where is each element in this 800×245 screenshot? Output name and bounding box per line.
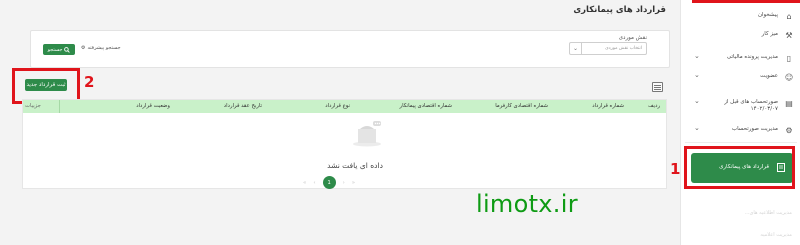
advanced-search-link[interactable]: جستجو پیشرفته ⚙ [81,45,121,51]
home-icon: ⌂ [786,11,792,21]
page-title: قرارداد های پیمانکاری [573,5,666,15]
next-page-icon[interactable]: › [343,180,345,186]
chevron-down-icon: ⌄ [570,43,582,54]
column-header: نوع قرارداد [325,103,350,109]
column-header: وضعیت قرارداد [136,103,170,109]
chevron-down-icon: ⌄ [694,71,700,79]
column-header: تاریخ عقد قرارداد [223,103,262,109]
role-select-placeholder: انتخاب نقش موردی [605,46,642,51]
column-header: شماره قرارداد [592,103,624,109]
role-select[interactable]: ⌄ انتخاب نقش موردی [569,42,647,55]
filter-panel: نقش موردی ⌄ انتخاب نقش موردی جستجو جستجو… [30,30,670,68]
top-accent-bar [692,0,800,3]
sidebar-item-label: عضویت [760,73,778,79]
watermark: limotx.ir [476,190,578,218]
first-page-icon[interactable]: « [303,180,306,186]
sidebar-item-label: میز کار [761,31,778,37]
chevron-down-icon: ⌄ [694,52,700,60]
column-header: ردیف [648,103,660,109]
column-header: شماره اقتصادی پیمانکار [399,103,452,109]
last-page-icon[interactable]: » [352,180,355,186]
sidebar-item-label: مدیریت پرونده مالیاتی [726,54,778,60]
advanced-search-label: جستجو پیشرفته [87,45,121,51]
prev-page-icon[interactable]: ‹ [313,180,315,186]
column-header: شماره اقتصادی کارفرما [495,103,548,109]
search-button-label: جستجو [47,46,63,53]
user-icon: ☺ [784,72,794,82]
annotation-number-1: 1 [670,160,681,178]
column-divider [59,100,60,113]
sidebar-item-label: مدیریت صورتحساب [731,126,778,132]
sidebar: ⌂ پیشخوان ⚒ میز کار ▯ مدیریت پرونده مالی… [680,0,800,245]
sidebar-item-dashboard[interactable]: ⌂ پیشخوان [688,10,800,22]
sidebar-item-label: پیشخوان [757,12,778,18]
sidebar-item-old-invoices[interactable]: ▤ صورتحساب های قبل از ۱۴۰۲/۰۳/۰۷ ⌄ [688,97,800,117]
annotation-box-1 [684,146,795,189]
document-icon: ▯ [786,53,792,63]
column-settings-icon[interactable] [652,82,663,92]
receipt-icon: ▤ [785,98,793,108]
sidebar-item-membership[interactable]: ☺ عضویت ⌄ [688,71,800,83]
chevron-down-icon: ⌄ [694,124,700,132]
page-button-current[interactable]: 1 [322,176,336,189]
sidebar-item-tax-file[interactable]: ▯ مدیریت پرونده مالیاتی ⌄ [688,52,800,64]
settings-icon: ⚙ [785,125,793,135]
column-header: جزییات [25,103,41,109]
main-content: قرارداد های پیمانکاری نقش موردی ⌄ انتخاب… [0,0,680,245]
empty-box-icon [353,121,381,147]
gear-icon: ⚙ [81,45,86,51]
sidebar-item-invoice-management[interactable]: ⚙ مدیریت صورتحساب ⌄ [688,124,800,136]
briefcase-icon: ⚒ [785,30,793,40]
sidebar-item-faded[interactable]: مدیریت اطلاعیه های... [745,210,792,216]
chevron-down-icon: ⌄ [694,97,700,105]
sidebar-item-faded[interactable]: مدیریت اعلامیه [760,232,792,238]
sidebar-item-label: صورتحساب های قبل از ۱۴۰۲/۰۳/۰۷ [724,99,778,112]
empty-state-text: داده ای یافت نشد [327,161,383,170]
search-icon [64,46,71,53]
sidebar-item-workdesk[interactable]: ⚒ میز کار [688,29,800,41]
role-field-label: نقش موردی [618,35,647,41]
pagination: « ‹ 1 › » [303,176,355,189]
search-button[interactable]: جستجو [43,44,75,55]
divider [685,142,797,143]
table-header: ردیف شماره قرارداد شماره اقتصادی کارفرما… [23,100,666,113]
annotation-number-2: 2 [84,73,95,91]
